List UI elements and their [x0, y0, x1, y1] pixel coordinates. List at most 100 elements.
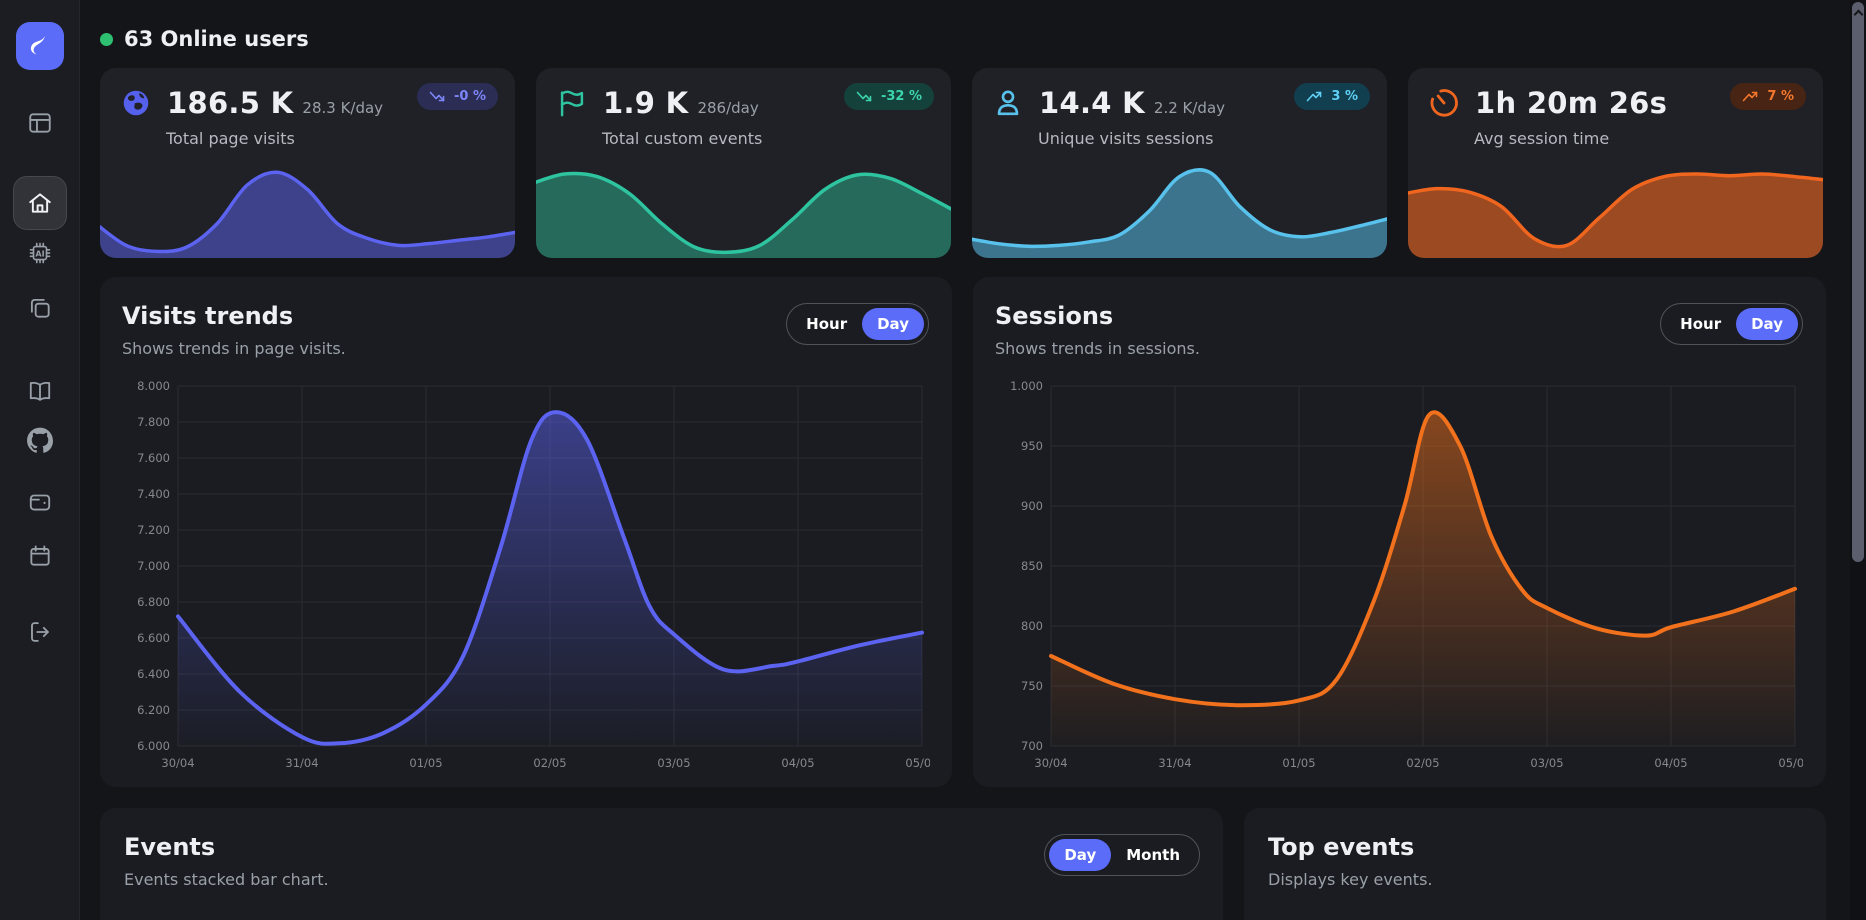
events-subtitle: Events stacked bar chart.	[124, 870, 1199, 889]
svg-text:31/04: 31/04	[285, 756, 318, 770]
scroll-up-icon[interactable]	[1854, 10, 1864, 20]
sidebar-item-wallet[interactable]	[27, 489, 53, 515]
app-logo[interactable]	[16, 22, 64, 70]
trend-badge: -32 %	[844, 83, 934, 110]
funnel-logo-icon	[25, 31, 55, 61]
svg-text:01/05: 01/05	[409, 756, 442, 770]
sidebar-item-panels[interactable]	[27, 110, 53, 136]
svg-text:950: 950	[1021, 439, 1043, 453]
trend-up-icon	[1742, 90, 1759, 103]
stat-rate: 28.3 K/day	[302, 99, 383, 117]
trend-down-icon	[856, 90, 873, 103]
vertical-scrollbar	[1850, 0, 1866, 920]
trend-badge: 7 %	[1730, 83, 1806, 110]
svg-text:AI: AI	[35, 248, 44, 258]
svg-text:900: 900	[1021, 499, 1043, 513]
toggle-option-day[interactable]: Day	[1049, 839, 1111, 871]
stat-label: Avg session time	[1408, 120, 1823, 148]
sparkline-custom-events	[536, 163, 951, 258]
svg-text:6.800: 6.800	[137, 595, 170, 609]
bottom-row: Events Events stacked bar chart. Day Mon…	[100, 808, 1826, 920]
svg-text:6.600: 6.600	[137, 631, 170, 645]
svg-text:04/05: 04/05	[1654, 756, 1687, 770]
sidebar-item-docs[interactable]	[27, 378, 53, 404]
sidebar-item-home-active[interactable]	[13, 176, 67, 230]
stat-value: 186.5 K	[167, 86, 293, 120]
sparkline-avg-session	[1408, 163, 1823, 258]
sidebar-item-calendar[interactable]	[27, 543, 53, 569]
svg-text:7.400: 7.400	[137, 487, 170, 501]
svg-text:30/04: 30/04	[161, 756, 194, 770]
svg-text:31/04: 31/04	[1158, 756, 1191, 770]
sidebar-item-copy[interactable]	[27, 295, 53, 321]
events-card: Events Events stacked bar chart. Day Mon…	[100, 808, 1223, 920]
svg-text:6.400: 6.400	[137, 667, 170, 681]
stat-cards-row: 186.5 K 28.3 K/day Total page visits -0 …	[100, 68, 1826, 258]
copy-icon	[27, 295, 53, 321]
main-content: 63 Online users 186.5 K 28.3 K/day	[100, 0, 1826, 920]
toggle-option-hour[interactable]: Hour	[1665, 308, 1736, 340]
svg-text:7.800: 7.800	[137, 415, 170, 429]
online-status-dot	[100, 33, 113, 46]
top-events-card: Top events Displays key events.	[1244, 808, 1826, 920]
svg-text:8.000: 8.000	[137, 379, 170, 393]
svg-text:05/05: 05/05	[905, 756, 930, 770]
top-events-title: Top events	[1268, 833, 1802, 861]
visits-trends-chart: 8.000 7.800 7.600 7.400 7.200 7.000 6.800 6.600…	[122, 374, 930, 776]
toggle-option-hour[interactable]: Hour	[791, 308, 862, 340]
sparkline-unique-sessions	[972, 163, 1387, 258]
top-events-subtitle: Displays key events.	[1268, 870, 1802, 889]
svg-text:6.200: 6.200	[137, 703, 170, 717]
sidebar-item-logout[interactable]	[27, 619, 53, 645]
sidebar-item-ai[interactable]: AI	[27, 240, 53, 266]
svg-text:850: 850	[1021, 559, 1043, 573]
stat-label: Total page visits	[100, 120, 515, 148]
stat-card-total-page-visits: 186.5 K 28.3 K/day Total page visits -0 …	[100, 68, 515, 258]
stat-label: Unique visits sessions	[972, 120, 1387, 148]
svg-text:750: 750	[1021, 679, 1043, 693]
svg-text:04/05: 04/05	[781, 756, 814, 770]
toggle-option-day[interactable]: Day	[1736, 308, 1798, 340]
stat-label: Total custom events	[536, 120, 951, 148]
svg-text:05/05: 05/05	[1778, 756, 1803, 770]
toggle-option-month[interactable]: Month	[1111, 839, 1195, 871]
trend-up-icon	[1306, 90, 1323, 103]
timer-icon	[1427, 86, 1461, 120]
ai-chip-icon: AI	[27, 240, 53, 266]
flag-icon	[555, 86, 589, 120]
book-open-icon	[27, 378, 53, 404]
sidebar: AI	[0, 0, 80, 920]
sessions-chart: 1.00095090085080075070030/0431/0401/0502…	[995, 374, 1803, 776]
globe-icon	[119, 86, 153, 120]
stat-value: 1h 20m 26s	[1475, 86, 1667, 120]
events-period-toggle: Day Month	[1044, 834, 1200, 876]
sparkline-page-visits	[100, 163, 515, 258]
scrollbar-thumb[interactable]	[1852, 2, 1864, 562]
svg-text:03/05: 03/05	[1530, 756, 1563, 770]
svg-text:30/04: 30/04	[1034, 756, 1067, 770]
visits-trends-card: Visits trends Shows trends in page visit…	[100, 277, 952, 787]
stat-value: 14.4 K	[1039, 86, 1145, 120]
trend-badge: -0 %	[417, 83, 498, 110]
svg-text:700: 700	[1021, 739, 1043, 753]
charts-row: Visits trends Shows trends in page visit…	[100, 277, 1826, 787]
sidebar-item-github[interactable]	[26, 427, 53, 454]
svg-text:02/05: 02/05	[533, 756, 566, 770]
calendar-icon	[27, 543, 53, 569]
stat-card-total-custom-events: 1.9 K 286/day Total custom events -32 %	[536, 68, 951, 258]
svg-text:7.600: 7.600	[137, 451, 170, 465]
svg-text:02/05: 02/05	[1406, 756, 1439, 770]
svg-text:03/05: 03/05	[657, 756, 690, 770]
svg-text:1.000: 1.000	[1010, 379, 1043, 393]
svg-text:7.200: 7.200	[137, 523, 170, 537]
toggle-option-day[interactable]: Day	[862, 308, 924, 340]
github-icon	[26, 427, 53, 454]
svg-text:7.000: 7.000	[137, 559, 170, 573]
stat-card-unique-sessions: 14.4 K 2.2 K/day Unique visits sessions …	[972, 68, 1387, 258]
visits-period-toggle: Hour Day	[786, 303, 929, 345]
user-icon	[991, 86, 1025, 120]
stat-rate: 2.2 K/day	[1154, 99, 1225, 117]
stat-card-avg-session-time: 1h 20m 26s Avg session time 7 %	[1408, 68, 1823, 258]
trend-down-icon	[429, 90, 446, 103]
sessions-card: Sessions Shows trends in sessions. Hour …	[973, 277, 1826, 787]
